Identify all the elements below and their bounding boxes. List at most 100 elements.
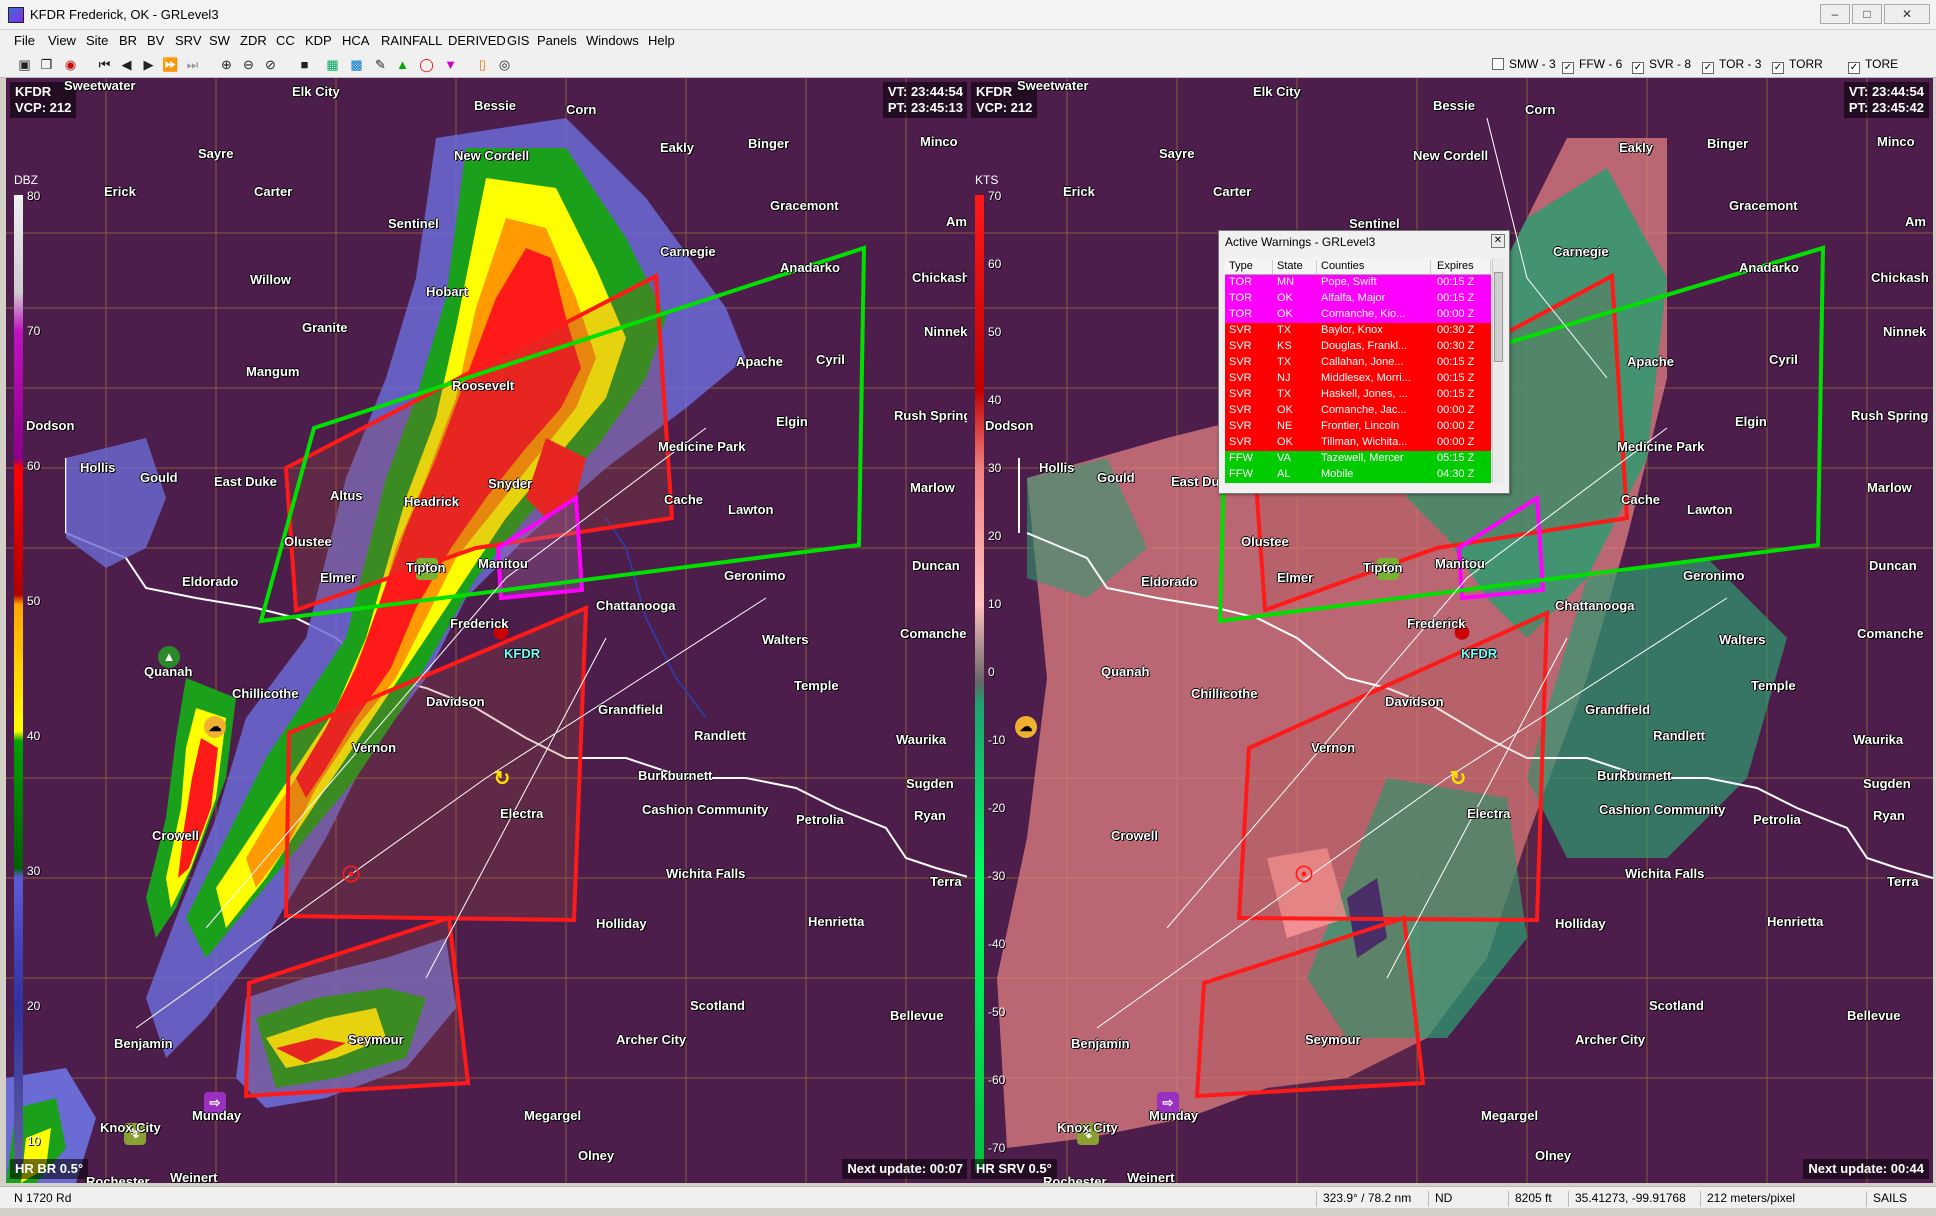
column-header-type[interactable]: Type [1229,260,1273,274]
column-header-expires[interactable]: Expires [1437,260,1491,274]
minimize-button[interactable]: – [1820,4,1850,24]
pencil-icon[interactable]: ✎ [372,56,389,73]
prev-frame-icon[interactable]: ◀ [118,56,135,73]
warning-row[interactable]: SVR NJ Middlesex, Morri... 00:15 Z [1225,371,1491,387]
warning-row[interactable]: SVR KS Douglas, Frankl... 00:30 Z [1225,339,1491,355]
time-info: VT: 23:44:54 PT: 23:45:13 [882,82,968,118]
last-frame-icon[interactable]: ⏭ [184,56,201,73]
hail-icon[interactable]: ☁ [1015,716,1037,738]
menu-gis[interactable]: GIS [507,33,529,48]
menu-site[interactable]: Site [86,33,108,48]
hail-icon[interactable]: ☁ [204,716,226,738]
checkbox-checked-icon[interactable]: ✓ [1632,62,1644,74]
toggle-tor-label: TOR - 3 [1719,57,1762,71]
tvs-icon[interactable]: ☉ [1293,864,1315,886]
tvs-icon[interactable]: ☉ [550,478,572,500]
mesocyclone-icon[interactable]: ↻ [491,768,513,790]
toggle-tor[interactable]: ✓ TOR - 3 [1702,57,1761,74]
city-label: Bellevue [890,1008,944,1023]
checkbox-checked-icon[interactable]: ✓ [1848,62,1860,74]
city-label: Temple [1751,678,1796,693]
warning-row[interactable]: SVR TX Callahan, Jone... 00:15 Z [1225,355,1491,371]
product-label: HR BR 0.5° [10,1159,89,1179]
menu-kdp[interactable]: KDP [305,33,332,48]
menu-hca[interactable]: HCA [342,33,369,48]
circle-icon[interactable]: ◯ [418,56,435,73]
scrollbar-thumb[interactable] [1494,272,1503,362]
menu-help[interactable]: Help [648,33,675,48]
toggle-ffw[interactable]: ✓ FFW - 6 [1562,57,1622,74]
triangle-up-icon[interactable]: ▲ [394,56,411,73]
menu-bv[interactable]: BV [147,33,164,48]
city-label: Lawton [728,502,774,517]
menu-sw[interactable]: SW [209,33,230,48]
menu-cc[interactable]: CC [276,33,295,48]
grid-icon[interactable]: ▩ [348,56,365,73]
toggle-tore[interactable]: ✓ TORE [1848,57,1898,74]
zoom-in-icon[interactable]: ⊕ [218,56,235,73]
menu-srv[interactable]: SRV [175,33,202,48]
city-label: Henrietta [808,914,865,929]
warning-counties: Middlesex, Morri... [1321,372,1411,384]
city-label: New Cordell [454,148,530,163]
warning-type: TOR [1229,292,1253,304]
toggle-torr[interactable]: ✓ TORR [1772,57,1823,74]
warning-row[interactable]: TOR OK Comanche, Kio... 00:00 Z [1225,307,1491,323]
checkbox-icon[interactable] [1492,58,1504,70]
warning-row[interactable]: FFW VA Tazewell, Mercer 05:15 Z [1225,451,1491,467]
toggle-ffw-label: FFW - 6 [1579,57,1623,71]
open-icon[interactable]: ▣ [16,56,33,73]
active-warnings-window[interactable]: Active Warnings - GRLevel3 ✕ Type State … [1218,230,1510,494]
record-icon[interactable]: ◉ [62,56,79,73]
toggle-smw[interactable]: SMW - 3 [1492,57,1556,71]
menu-rainfall[interactable]: RAINFALL [381,33,442,48]
checkbox-checked-icon[interactable]: ✓ [1562,62,1574,74]
warnings-scrollbar[interactable] [1492,258,1504,483]
marker-icon[interactable]: ▯ [474,56,491,73]
warning-row[interactable]: SVR OK Comanche, Jac... 00:00 Z [1225,403,1491,419]
warning-type: SVR [1229,436,1252,448]
menu-view[interactable]: View [48,33,76,48]
toggle-svr[interactable]: ✓ SVR - 8 [1632,57,1691,74]
checkbox-checked-icon[interactable]: ✓ [1702,62,1714,74]
stop-icon[interactable]: ■ [296,56,313,73]
warning-row[interactable]: SVR OK Tillman, Wichita... 00:00 Z [1225,435,1491,451]
close-icon[interactable]: ✕ [1491,234,1505,248]
warning-row[interactable]: SVR TX Baylor, Knox 00:30 Z [1225,323,1491,339]
copy-icon[interactable]: ❐ [38,56,55,73]
city-label: Temple [794,678,839,693]
warning-row[interactable]: TOR OK Alfalfa, Major 00:15 Z [1225,291,1491,307]
tvs-icon[interactable]: ☉ [340,864,362,886]
menu-windows[interactable]: Windows [586,33,639,48]
menu-file[interactable]: File [14,33,35,48]
mesocyclone-icon[interactable]: ↻ [1447,768,1469,790]
layers-icon[interactable]: ▦ [324,56,341,73]
warning-row[interactable]: FFW AL Mobile 04:30 Z [1225,467,1491,483]
menu-derived[interactable]: DERIVED [448,33,506,48]
scale-unit: DBZ [14,173,38,187]
menu-zdr[interactable]: ZDR [240,33,267,48]
reflectivity-map-panel[interactable]: DBZ 80 70 60 50 40 30 20 10 KFDR VCP: 21… [6,78,972,1183]
column-header-state[interactable]: State [1277,260,1317,274]
warning-row[interactable]: TOR MN Pope, Swift 00:15 Z [1225,275,1491,291]
zoom-reset-icon[interactable]: ⊘ [262,56,279,73]
next-frame-icon[interactable]: ⏩ [162,56,179,73]
city-label: Gracemont [1729,198,1798,213]
first-frame-icon[interactable]: ⏮ [96,56,113,73]
play-icon[interactable]: ▶ [140,56,157,73]
column-header-counties[interactable]: Counties [1321,260,1431,274]
menu-panels[interactable]: Panels [537,33,577,48]
triangle-down-icon[interactable]: ▼ [442,56,459,73]
toggle-smw-label: SMW - 3 [1509,57,1556,71]
city-label: Crowell [1111,828,1158,843]
close-button[interactable]: ✕ [1884,4,1930,24]
warning-row[interactable]: SVR NE Frontier, Lincoln 00:00 Z [1225,419,1491,435]
app-icon [8,7,24,23]
target-icon[interactable]: ◎ [496,56,513,73]
warning-row[interactable]: SVR TX Haskell, Jones, ... 00:15 Z [1225,387,1491,403]
menu-br[interactable]: BR [119,33,137,48]
checkbox-checked-icon[interactable]: ✓ [1772,62,1784,74]
maximize-button[interactable]: □ [1852,4,1882,24]
city-label: Cyril [816,352,845,367]
zoom-out-icon[interactable]: ⊖ [240,56,257,73]
